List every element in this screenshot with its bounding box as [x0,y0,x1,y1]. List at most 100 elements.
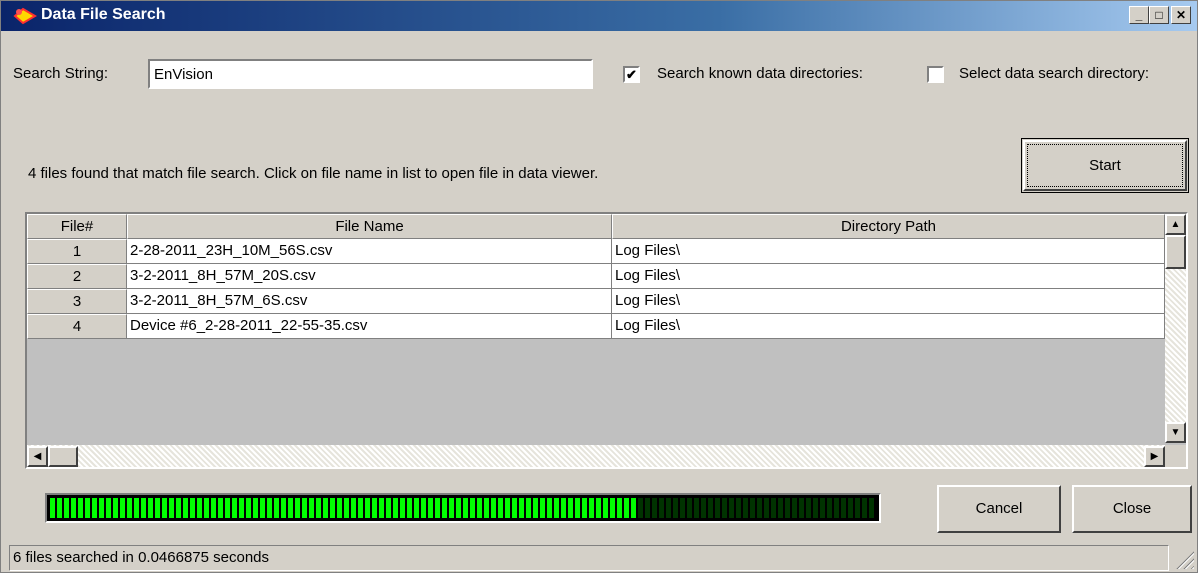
scroll-left-icon[interactable]: ◀ [27,446,48,467]
progress-segment-filled [330,498,335,518]
close-button[interactable]: Close [1072,485,1192,533]
known-dirs-label: Search known data directories: [657,65,863,82]
progress-segment-filled [232,498,237,518]
progress-segment-filled [547,498,552,518]
progress-segment-empty [785,498,790,518]
select-dir-checkbox[interactable] [927,66,944,83]
progress-segment-filled [575,498,580,518]
progress-segment-filled [148,498,153,518]
progress-segment-filled [610,498,615,518]
progress-segment-filled [78,498,83,518]
progress-segment-empty [764,498,769,518]
maximize-button[interactable]: □ [1149,6,1169,24]
scroll-down-icon[interactable]: ▼ [1165,422,1186,443]
progress-segment-empty [680,498,685,518]
progress-segment-filled [554,498,559,518]
horizontal-scrollbar[interactable]: ◀ ▶ [27,445,1165,467]
progress-segment-empty [638,498,643,518]
progress-segment-filled [260,498,265,518]
status-text: 6 files searched in 0.0466875 seconds [13,549,270,566]
horizontal-scroll-thumb[interactable] [48,446,78,467]
progress-segment-empty [715,498,720,518]
progress-segment-filled [281,498,286,518]
progress-segment-filled [358,498,363,518]
search-string-input[interactable] [148,59,593,89]
scroll-up-icon[interactable]: ▲ [1165,214,1186,235]
progress-segment-filled [57,498,62,518]
progress-segment-filled [568,498,573,518]
column-header-file-number[interactable]: File# [27,214,127,239]
progress-segment-filled [225,498,230,518]
progress-segment-filled [456,498,461,518]
progress-segment-empty [855,498,860,518]
progress-segment-filled [400,498,405,518]
directory-path-cell[interactable]: Log Files\ [612,264,1165,289]
progress-segment-filled [183,498,188,518]
file-name-cell[interactable]: 2-28-2011_23H_10M_56S.csv [127,239,612,264]
directory-path-cell[interactable]: Log Files\ [612,314,1165,339]
progress-segment-filled [631,498,636,518]
progress-segment-filled [155,498,160,518]
progress-segment-empty [771,498,776,518]
vertical-scrollbar[interactable]: ▲ ▼ [1165,214,1186,443]
progress-segment-empty [694,498,699,518]
table-row[interactable]: 2 3-2-2011_8H_57M_20S.csv Log Files\ [27,264,1165,289]
vertical-scroll-thumb[interactable] [1165,235,1186,269]
progress-segment-filled [526,498,531,518]
progress-segment-filled [267,498,272,518]
progress-segment-filled [533,498,538,518]
search-progress-bar [45,493,881,523]
progress-segment-filled [421,498,426,518]
start-button[interactable]: Start [1021,138,1189,193]
file-name-cell[interactable]: 3-2-2011_8H_57M_20S.csv [127,264,612,289]
progress-segment-filled [617,498,622,518]
title-bar[interactable]: Data File Search _ □ ✕ [1,1,1197,31]
progress-segment-filled [246,498,251,518]
scrollbar-corner [1165,445,1186,467]
progress-segment-filled [477,498,482,518]
progress-segment-empty [729,498,734,518]
progress-segment-filled [141,498,146,518]
table-row[interactable]: 1 2-28-2011_23H_10M_56S.csv Log Files\ [27,239,1165,264]
grid-header-row: File# File Name Directory Path [27,214,1165,239]
result-message: 4 files found that match file search. Cl… [28,165,599,182]
progress-segment-filled [463,498,468,518]
progress-segment-empty [659,498,664,518]
resize-grip-icon[interactable] [1176,551,1194,569]
scroll-right-icon[interactable]: ▶ [1144,446,1165,467]
progress-segment-filled [596,498,601,518]
progress-segment-filled [295,498,300,518]
progress-segment-filled [603,498,608,518]
cancel-button[interactable]: Cancel [937,485,1061,533]
progress-segment-empty [652,498,657,518]
progress-segment-filled [414,498,419,518]
directory-path-cell[interactable]: Log Files\ [612,289,1165,314]
table-row[interactable]: 3 3-2-2011_8H_57M_6S.csv Log Files\ [27,289,1165,314]
results-grid: File# File Name Directory Path 1 2-28-20… [25,212,1188,469]
progress-segment-filled [540,498,545,518]
progress-segment-filled [169,498,174,518]
progress-segment-filled [351,498,356,518]
column-header-file-name[interactable]: File Name [127,214,612,239]
data-file-search-window: Data File Search _ □ ✕ Search String: ✔ … [0,0,1198,573]
table-row[interactable]: 4 Device #6_2-28-2011_22-55-35.csv Log F… [27,314,1165,339]
progress-segment-empty [722,498,727,518]
progress-segment-filled [344,498,349,518]
row-number: 1 [27,239,127,264]
progress-segment-empty [736,498,741,518]
progress-segment-filled [120,498,125,518]
file-name-cell[interactable]: Device #6_2-28-2011_22-55-35.csv [127,314,612,339]
column-header-directory-path[interactable]: Directory Path [612,214,1165,239]
progress-segment-filled [393,498,398,518]
progress-segment-empty [708,498,713,518]
directory-path-cell[interactable]: Log Files\ [612,239,1165,264]
progress-segment-empty [778,498,783,518]
progress-segment-filled [323,498,328,518]
close-window-button[interactable]: ✕ [1171,6,1191,24]
progress-segment-empty [666,498,671,518]
file-name-cell[interactable]: 3-2-2011_8H_57M_6S.csv [127,289,612,314]
known-dirs-checkbox[interactable]: ✔ [623,66,640,83]
progress-segment-filled [519,498,524,518]
minimize-button[interactable]: _ [1129,6,1149,24]
progress-segment-filled [449,498,454,518]
